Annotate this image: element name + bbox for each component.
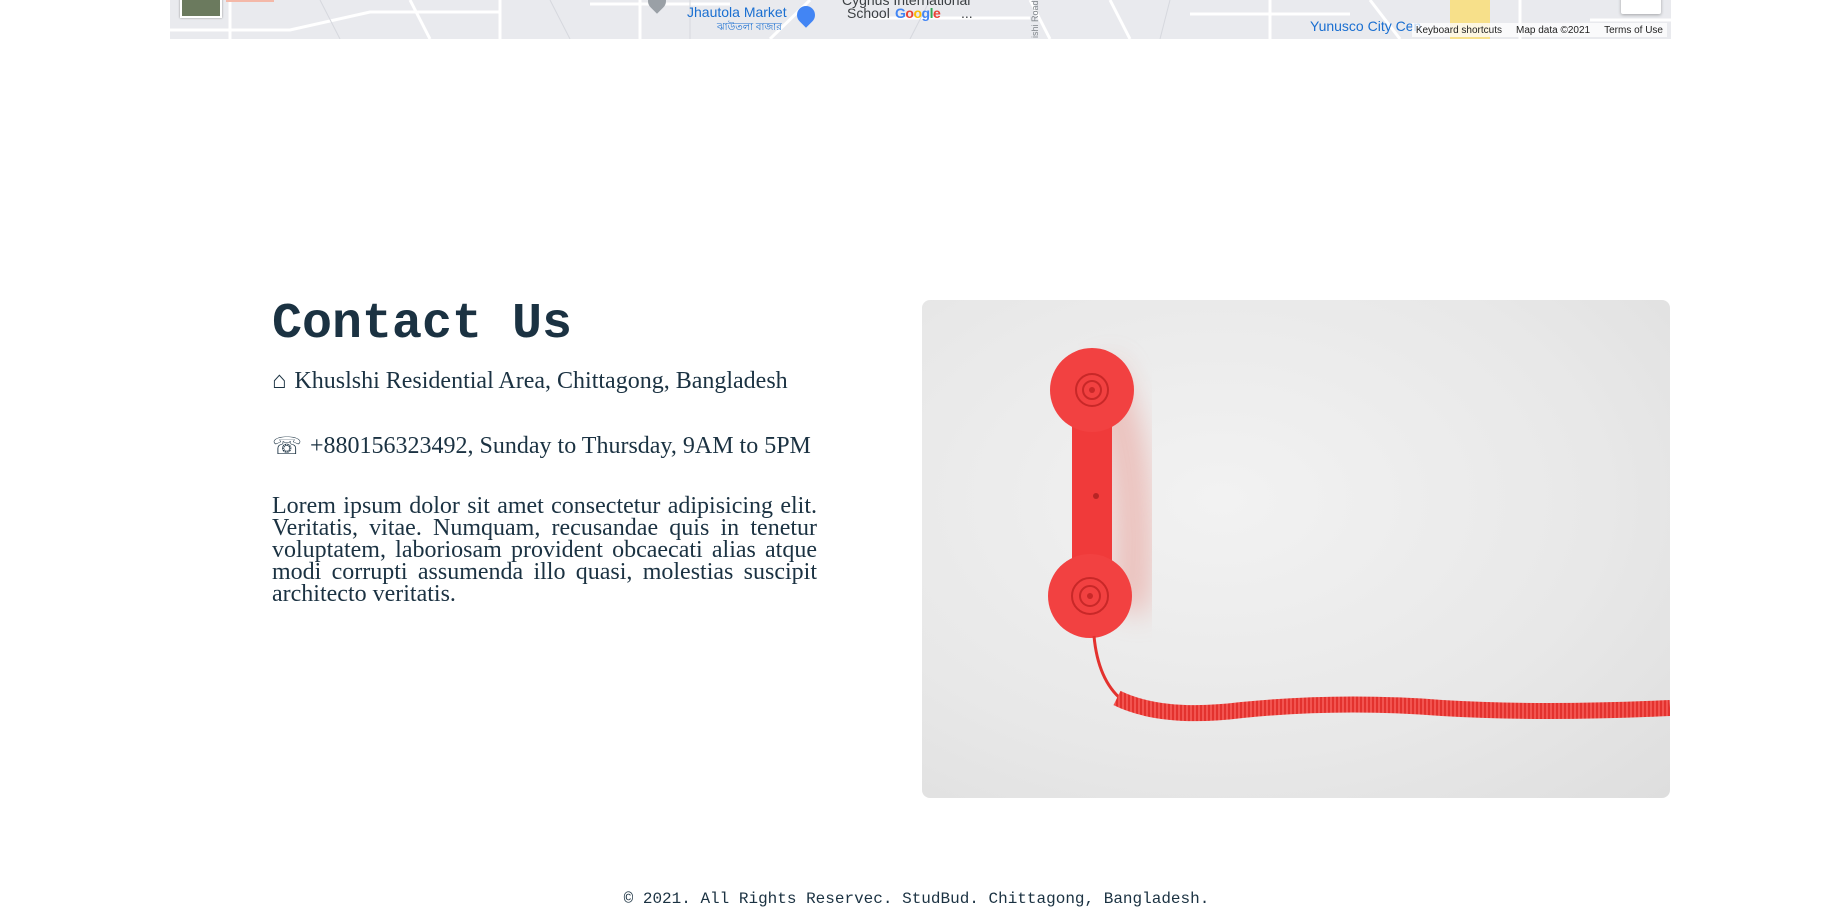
map-label-market[interactable]: Jhautola Market (687, 4, 787, 20)
embedded-map[interactable]: Jhautola Market ঝাউতলা বাজার Cygnus Inte… (170, 0, 1671, 39)
contact-title: Contact Us (272, 296, 573, 353)
map-control-button[interactable] (1621, 0, 1661, 14)
terms-of-use-link[interactable]: Terms of Use (1604, 25, 1663, 36)
keyboard-shortcuts-link[interactable]: Keyboard shortcuts (1416, 25, 1502, 36)
map-label-school-tail: ... (961, 5, 973, 21)
contact-description: Lorem ipsum dolor sit amet consectetur a… (272, 493, 817, 607)
house-icon: ⌂ (272, 368, 287, 394)
map-label-market-bn: ঝাউতলা বাজার (717, 22, 782, 33)
google-logo: Google (895, 5, 941, 21)
map-label-road: ishi Road (1030, 0, 1040, 38)
telephone-icon: ☏ (272, 434, 303, 460)
phone-text: +880156323492, Sunday to Thursday, 9AM t… (310, 433, 811, 459)
footer-copyright: © 2021. All Rights Reservec. StudBud. Ch… (623, 890, 1210, 908)
address-line: ⌂ Khuslshi Residential Area, Chittagong,… (272, 368, 788, 395)
phone-line: ☏ +880156323492, Sunday to Thursday, 9AM… (272, 432, 811, 461)
map-data-credit: Map data ©2021 (1516, 24, 1591, 36)
address-text: Khuslshi Residential Area, Chittagong, B… (294, 368, 788, 394)
map-label-city-center[interactable]: Yunusco City Cen (1310, 18, 1421, 34)
red-telephone-photo (922, 300, 1670, 798)
map-attribution: Keyboard shortcuts Map data ©2021 Terms … (1411, 23, 1667, 37)
telephone-illustration (1048, 348, 1670, 722)
map-area-marker (226, 0, 274, 2)
satellite-toggle-thumbnail[interactable] (180, 0, 222, 18)
map-label-school-line2[interactable]: School (847, 5, 890, 21)
